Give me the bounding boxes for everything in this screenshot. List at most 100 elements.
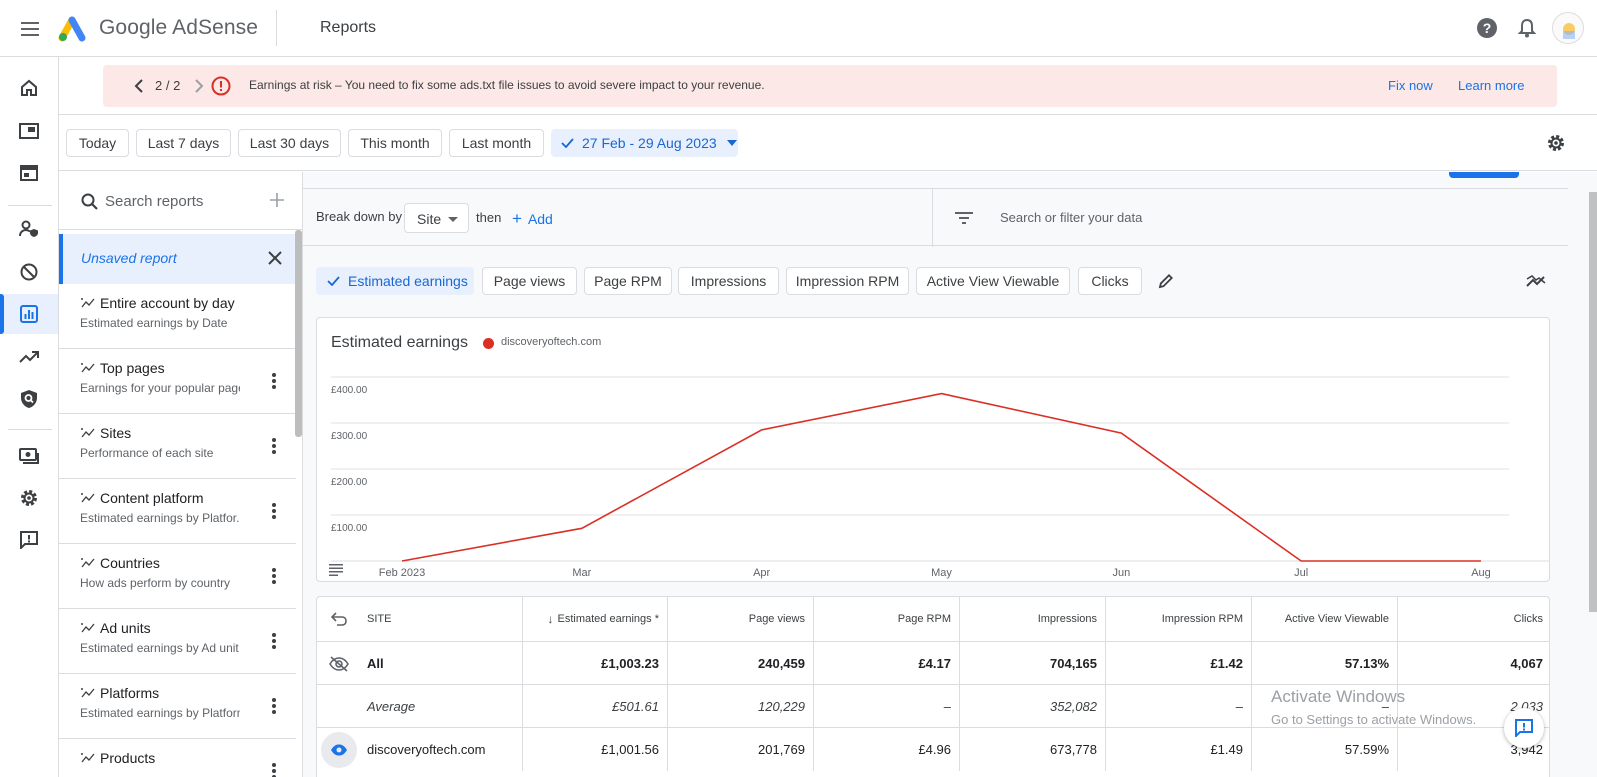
column-header-page-views[interactable]: Page views <box>668 597 814 641</box>
more-vert-icon[interactable] <box>266 371 282 391</box>
report-item[interactable]: Countries How ads perform by country <box>59 544 296 609</box>
nav-ads[interactable] <box>0 111 58 151</box>
close-icon[interactable] <box>265 248 285 268</box>
main-scrollbar[interactable] <box>1589 192 1597 612</box>
report-title: Content platform <box>100 490 204 506</box>
column-header-estimated-earnings[interactable]: ↓ Estimated earnings * <box>523 597 668 641</box>
chevron-left-icon[interactable] <box>131 78 147 94</box>
fix-now-link[interactable]: Fix now <box>1388 78 1433 93</box>
activate-windows-watermark: Activate Windows <box>1271 687 1406 706</box>
report-item[interactable]: Content platform Estimated earnings by P… <box>59 479 296 544</box>
more-vert-icon[interactable] <box>266 696 282 716</box>
report-title: Platforms <box>100 685 160 701</box>
nav-home[interactable] <box>0 68 58 108</box>
more-vert-icon[interactable] <box>266 501 282 521</box>
unsaved-report-item[interactable]: Unsaved report <box>59 234 296 284</box>
filter-icon[interactable] <box>954 208 974 228</box>
custom-date-range-label: 27 Feb - 29 Aug 2023 <box>582 135 717 151</box>
nav-feedback[interactable] <box>0 520 58 560</box>
series-line <box>401 392 1481 562</box>
table-cell: £4.96 <box>814 728 960 771</box>
primary-action-button[interactable] <box>1449 172 1519 178</box>
sites-icon <box>20 165 38 181</box>
nav-blocking[interactable] <box>0 252 58 292</box>
table-cell: All <box>317 642 523 685</box>
range-last-7-days[interactable]: Last 7 days <box>136 129 231 157</box>
metric-chip-impressions[interactable]: Impressions <box>678 267 779 295</box>
menu-icon[interactable] <box>18 16 44 42</box>
metric-chip-clicks[interactable]: Clicks <box>1078 267 1142 295</box>
column-header-page-rpm[interactable]: Page RPM <box>814 597 960 641</box>
report-item[interactable]: Entire account by day Estimated earnings… <box>59 284 296 349</box>
report-item[interactable]: Ad units Estimated earnings by Ad unit <box>59 609 296 674</box>
report-title: Entire account by day <box>100 295 235 311</box>
metric-chip-page-rpm[interactable]: Page RPM <box>584 267 672 295</box>
gear-icon <box>19 488 39 508</box>
metric-chip-impression-rpm[interactable]: Impression RPM <box>786 267 909 295</box>
nav-privacy[interactable] <box>0 209 58 249</box>
nav-payments[interactable] <box>0 436 58 476</box>
filter-data-input[interactable]: Search or filter your data <box>1000 210 1142 225</box>
more-vert-icon[interactable] <box>266 566 282 586</box>
chart-table-toggle-icon[interactable] <box>329 564 343 576</box>
table-row-total: All £1,003.23 240,459 £4.17 704,165 £1.4… <box>317 641 1549 685</box>
search-reports-input[interactable]: Search reports <box>105 193 203 210</box>
notifications-icon[interactable] <box>1515 16 1539 40</box>
nav-reports[interactable] <box>0 294 58 334</box>
table-cell: £501.61 <box>523 685 668 728</box>
feedback-fab[interactable] <box>1504 708 1544 748</box>
report-item[interactable]: Sites Performance of each site <box>59 414 296 479</box>
add-breakdown-button[interactable]: + Add <box>512 209 553 229</box>
sidebar-scrollbar[interactable] <box>295 230 302 437</box>
breakdown-dimension-dropdown[interactable]: Site <box>404 203 469 233</box>
more-vert-icon[interactable] <box>266 631 282 651</box>
chart-toggle-icon[interactable] <box>1525 271 1547 291</box>
nav-settings[interactable] <box>0 478 58 518</box>
range-today[interactable]: Today <box>66 129 129 157</box>
metric-chip-active-view-viewable[interactable]: Active View Viewable <box>916 267 1070 295</box>
nav-divider <box>8 429 52 430</box>
range-last-month[interactable]: Last month <box>449 129 544 157</box>
report-item[interactable]: Platforms Estimated earnings by Platform <box>59 674 296 739</box>
reports-sidebar: Search reports Unsaved report Entire acc… <box>59 172 303 777</box>
undo-icon[interactable] <box>331 612 347 626</box>
report-subtitle: Estimated earnings by Ad unit <box>80 641 239 655</box>
report-subtitle: Estimated earnings by Platfor... <box>80 511 240 525</box>
column-header-clicks[interactable]: Clicks <box>1398 597 1549 641</box>
account-avatar[interactable] <box>1552 12 1584 44</box>
table-row[interactable]: discoveryoftech.com £1,001.56 201,769 £4… <box>317 727 1549 771</box>
report-search: Search reports <box>59 172 302 230</box>
metric-chip-estimated-earnings[interactable]: Estimated earnings <box>316 267 474 295</box>
column-header-site[interactable]: SITE <box>317 597 523 641</box>
report-item[interactable]: Top pages Earnings for your popular page… <box>59 349 296 414</box>
breakdown-label: Break down by <box>316 209 402 224</box>
table-cell: discoveryoftech.com <box>317 728 523 771</box>
more-vert-icon[interactable] <box>266 761 282 777</box>
report-subtitle: Performance of each site <box>80 446 214 460</box>
nav-policy[interactable] <box>0 379 58 419</box>
help-icon[interactable]: ? <box>1475 16 1499 40</box>
metric-chip-page-views[interactable]: Page views <box>482 267 577 295</box>
column-header-impressions[interactable]: Impressions <box>960 597 1106 641</box>
breakdown-dimension-value: Site <box>417 211 442 227</box>
range-last-30-days[interactable]: Last 30 days <box>238 129 341 157</box>
add-report-icon[interactable] <box>267 190 287 210</box>
column-header-active-view-viewable[interactable]: Active View Viewable <box>1252 597 1398 641</box>
visibility-icon[interactable] <box>321 731 357 768</box>
chevron-right-icon[interactable] <box>191 78 207 94</box>
learn-more-link[interactable]: Learn more <box>1458 78 1524 93</box>
custom-date-range-dropdown[interactable]: 27 Feb - 29 Aug 2023 <box>551 129 738 157</box>
sparkle-chart-icon <box>81 426 95 440</box>
nav-optimization[interactable] <box>0 337 58 377</box>
edit-metrics-pencil-icon[interactable] <box>1156 271 1176 291</box>
nav-sites[interactable] <box>0 153 58 193</box>
report-title: Top pages <box>100 360 165 376</box>
column-header-impression-rpm[interactable]: Impression RPM <box>1106 597 1252 641</box>
range-this-month[interactable]: This month <box>348 129 442 157</box>
visibility-off-icon[interactable] <box>329 655 349 672</box>
report-item[interactable]: Products <box>59 739 296 777</box>
more-vert-icon[interactable] <box>266 436 282 456</box>
report-settings-gear-icon[interactable] <box>1543 130 1569 156</box>
check-icon <box>327 276 340 286</box>
activate-windows-hint: Go to Settings to activate Windows. <box>1271 712 1477 727</box>
